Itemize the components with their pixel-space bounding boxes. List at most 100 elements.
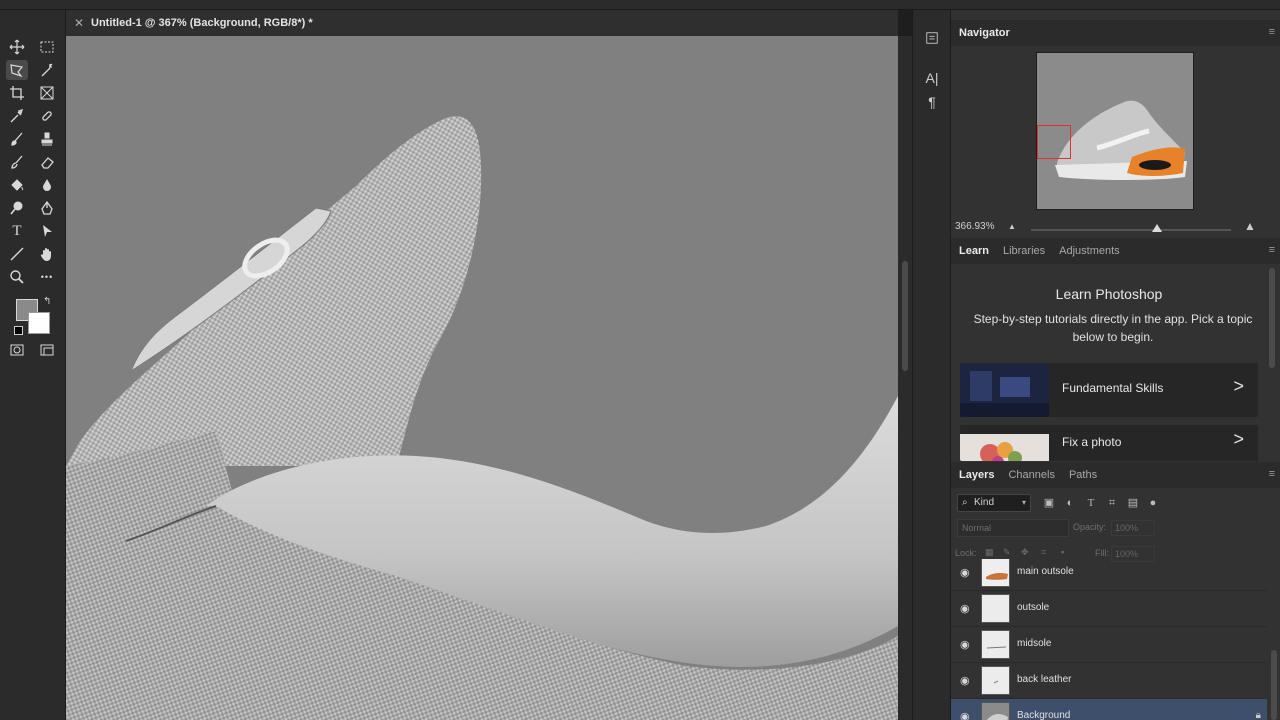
eraser-tool-icon[interactable]	[36, 152, 58, 172]
navigator-panel-header: Navigator ≡	[951, 20, 1280, 46]
navigator-view-box[interactable]	[1037, 125, 1071, 159]
path-selection-tool-icon[interactable]	[36, 221, 58, 241]
zoom-percentage[interactable]: 366.93%	[955, 221, 994, 232]
blur-tool-icon[interactable]	[36, 175, 58, 195]
layer-row-back-leather[interactable]: ◉ back leather	[951, 663, 1267, 699]
quick-mask-icon[interactable]	[6, 340, 28, 360]
card-fundamental-skills[interactable]: Fundamental Skills >	[960, 363, 1258, 417]
lock-label: Lock:	[955, 548, 977, 558]
background-color-swatch[interactable]	[28, 312, 50, 334]
learn-menu-icon[interactable]: ≡	[1269, 244, 1275, 256]
zoom-slider-handle[interactable]	[1152, 224, 1162, 232]
paint-bucket-tool-icon[interactable]	[6, 175, 28, 195]
hand-tool-icon[interactable]	[36, 244, 58, 264]
blend-mode-select[interactable]: Normal	[957, 519, 1069, 537]
navigator-thumbnail[interactable]	[1036, 52, 1194, 210]
visibility-eye-icon[interactable]: ◉	[960, 602, 970, 615]
filter-pixel-icon[interactable]: ▣	[1041, 495, 1057, 511]
layers-list: ◉ main outsole ◉ outsole ◉ midsole ◉ bac…	[951, 559, 1280, 720]
crop-tool-icon[interactable]	[6, 83, 28, 103]
layer-thumbnail	[981, 559, 1010, 587]
layer-row-midsole[interactable]: ◉ midsole	[951, 627, 1267, 663]
tab-adjustments[interactable]: Adjustments	[1059, 245, 1120, 257]
tab-learn[interactable]: Learn	[959, 245, 989, 257]
filter-kind-select[interactable]: ⌕ Kind ▾	[957, 494, 1031, 512]
filter-shape-icon[interactable]: ⌗	[1104, 495, 1120, 511]
lock-transparent-icon[interactable]: ▦	[985, 547, 994, 558]
tab-libraries[interactable]: Libraries	[1003, 245, 1045, 257]
search-icon: ⌕	[962, 497, 968, 508]
layer-name: back leather	[1017, 674, 1072, 685]
brush-tool-icon[interactable]	[6, 129, 28, 149]
history-brush-tool-icon[interactable]	[6, 152, 28, 172]
lock-image-icon[interactable]: ✎	[1003, 547, 1011, 558]
learn-panel-header: Learn Libraries Adjustments ≡	[951, 238, 1280, 264]
shoe-closeup-image	[66, 116, 898, 720]
learn-description: Step-by-step tutorials directly in the a…	[973, 312, 1253, 344]
visibility-eye-icon[interactable]: ◉	[960, 566, 970, 579]
layer-name: main outsole	[1017, 566, 1074, 577]
lock-all-icon[interactable]: ▪	[1061, 547, 1064, 557]
learn-scrollbar[interactable]	[1269, 268, 1275, 368]
collapsed-panel-dock: A| ¶	[912, 10, 950, 720]
tab-navigator[interactable]: Navigator	[959, 27, 1010, 39]
screen-mode-icon[interactable]	[36, 340, 58, 360]
document-title: Untitled-1 @ 367% (Background, RGB/8*) *	[91, 17, 313, 29]
layer-name: Background	[1017, 710, 1071, 720]
zoom-in-icon[interactable]: ▲	[1244, 219, 1256, 233]
lock-position-icon[interactable]: ✥	[1021, 547, 1029, 558]
layers-menu-icon[interactable]: ≡	[1269, 468, 1275, 480]
lock-artboard-icon[interactable]: ⌗	[1041, 547, 1046, 558]
chevron-right-icon: >	[1233, 376, 1244, 396]
layer-row-background[interactable]: ◉ Background 🔒︎	[951, 699, 1267, 720]
filter-adjustment-icon[interactable]: ◐	[1062, 495, 1078, 511]
visibility-eye-icon[interactable]: ◉	[960, 710, 970, 720]
chevron-down-icon: ▾	[1021, 498, 1026, 507]
zoom-slider-track[interactable]	[1031, 229, 1231, 231]
tab-channels[interactable]: Channels	[1008, 469, 1054, 481]
paragraph-panel-icon[interactable]: ¶	[922, 92, 942, 112]
navigator-menu-icon[interactable]: ≡	[1269, 26, 1275, 38]
marquee-tool-icon[interactable]	[36, 37, 58, 57]
tab-paths[interactable]: Paths	[1069, 469, 1097, 481]
pen-tool-icon[interactable]	[36, 198, 58, 218]
document-canvas[interactable]	[66, 36, 898, 720]
dodge-tool-icon[interactable]	[6, 198, 28, 218]
document-tab[interactable]: ✕ Untitled-1 @ 367% (Background, RGB/8*)…	[66, 10, 898, 36]
zoom-out-icon[interactable]: ▲	[1008, 222, 1016, 231]
canvas-vertical-scrollbar[interactable]	[898, 36, 912, 720]
default-colors-icon[interactable]	[14, 326, 23, 335]
line-tool-icon[interactable]	[6, 244, 28, 264]
menu-strip	[0, 0, 1280, 10]
photoshop-window: T ••• ↰ ✕ Untitled-1 @ 367% (Background,…	[0, 0, 1280, 720]
opacity-field[interactable]: 100%	[1111, 520, 1155, 536]
properties-panel-icon[interactable]	[922, 30, 942, 50]
tab-layers[interactable]: Layers	[959, 469, 994, 481]
clone-stamp-tool-icon[interactable]	[36, 129, 58, 149]
card-label: Fix a photo	[1062, 435, 1122, 449]
layers-panel-header: Layers Channels Paths ≡	[951, 462, 1280, 488]
magic-wand-tool-icon[interactable]	[36, 60, 58, 80]
frame-tool-icon[interactable]	[36, 83, 58, 103]
polygonal-lasso-tool-icon[interactable]	[6, 60, 28, 80]
visibility-eye-icon[interactable]: ◉	[960, 674, 970, 687]
layer-name: midsole	[1017, 638, 1052, 649]
card-fix-a-photo[interactable]: Fix a photo >	[960, 425, 1258, 461]
zoom-tool-icon[interactable]	[6, 267, 28, 287]
filter-type-icon[interactable]: T	[1083, 495, 1099, 511]
swap-colors-icon[interactable]: ↰	[43, 296, 51, 307]
filter-toggle-icon[interactable]: ●	[1145, 495, 1161, 511]
layer-row-main-outsole[interactable]: ◉ main outsole	[951, 559, 1267, 591]
more-tools-icon[interactable]: •••	[36, 267, 58, 287]
type-tool-icon[interactable]: T	[6, 221, 28, 241]
layer-row-outsole[interactable]: ◉ outsole	[951, 591, 1267, 627]
character-panel-icon[interactable]: A|	[922, 68, 942, 88]
filter-smart-object-icon[interactable]: ▤	[1125, 495, 1141, 511]
close-document-icon[interactable]: ✕	[70, 16, 88, 30]
eyedropper-tool-icon[interactable]	[6, 106, 28, 126]
healing-brush-tool-icon[interactable]	[36, 106, 58, 126]
scrollbar-thumb[interactable]	[902, 261, 908, 371]
move-tool-icon[interactable]	[6, 37, 28, 57]
layers-scrollbar[interactable]	[1271, 650, 1277, 720]
visibility-eye-icon[interactable]: ◉	[960, 638, 970, 651]
